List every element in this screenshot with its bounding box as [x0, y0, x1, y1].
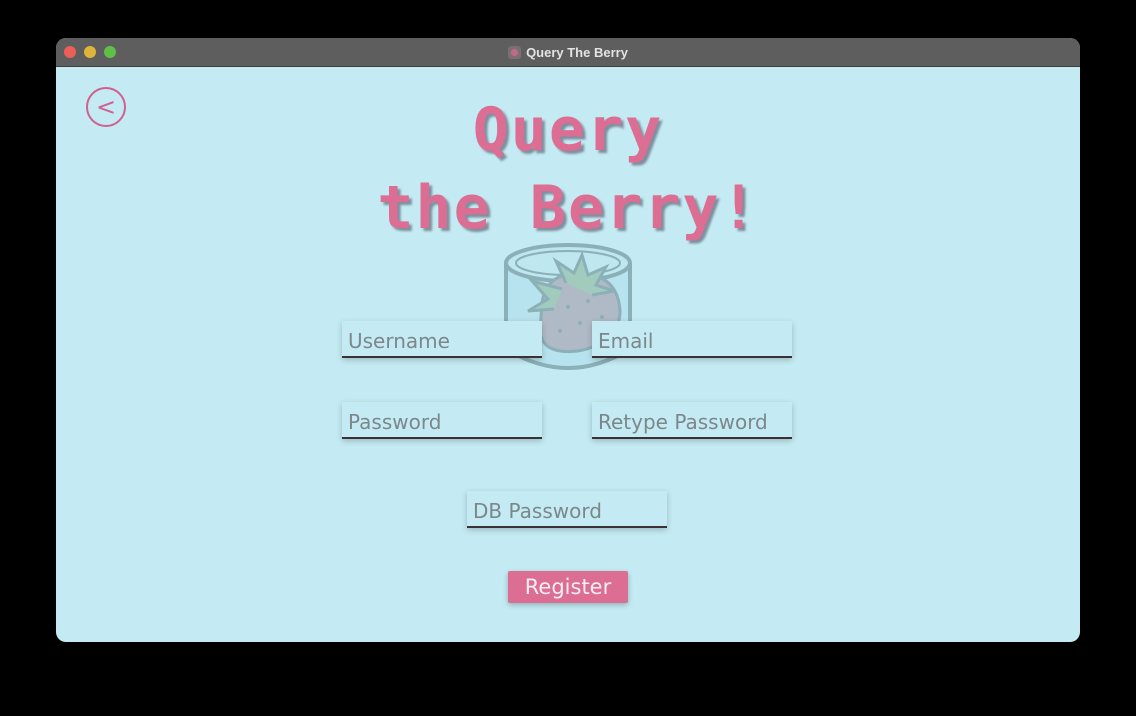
register-screen: < Query the Berry! Username Email Regist… [56, 67, 1080, 642]
heading-line-2: the Berry! [377, 173, 759, 243]
password-input[interactable] [342, 402, 542, 437]
username-input[interactable] [342, 321, 542, 356]
app-icon [508, 45, 522, 59]
retype-password-field [592, 402, 792, 439]
email-field [592, 321, 792, 358]
password-field [342, 402, 542, 439]
retype-password-input[interactable] [592, 402, 792, 437]
db-password-input[interactable] [467, 491, 667, 526]
window-title: Query The Berry [526, 44, 628, 60]
username-field [342, 321, 542, 358]
db-password-field [467, 491, 667, 528]
register-button[interactable]: Register [508, 571, 628, 603]
email-input[interactable] [592, 321, 792, 356]
heading-line-1: Query [472, 95, 664, 165]
window-title-group: Query The Berry [56, 38, 1080, 66]
app-window: Query The Berry < Query the Berry! Usern… [56, 38, 1080, 642]
title-bar: Query The Berry [56, 38, 1080, 67]
